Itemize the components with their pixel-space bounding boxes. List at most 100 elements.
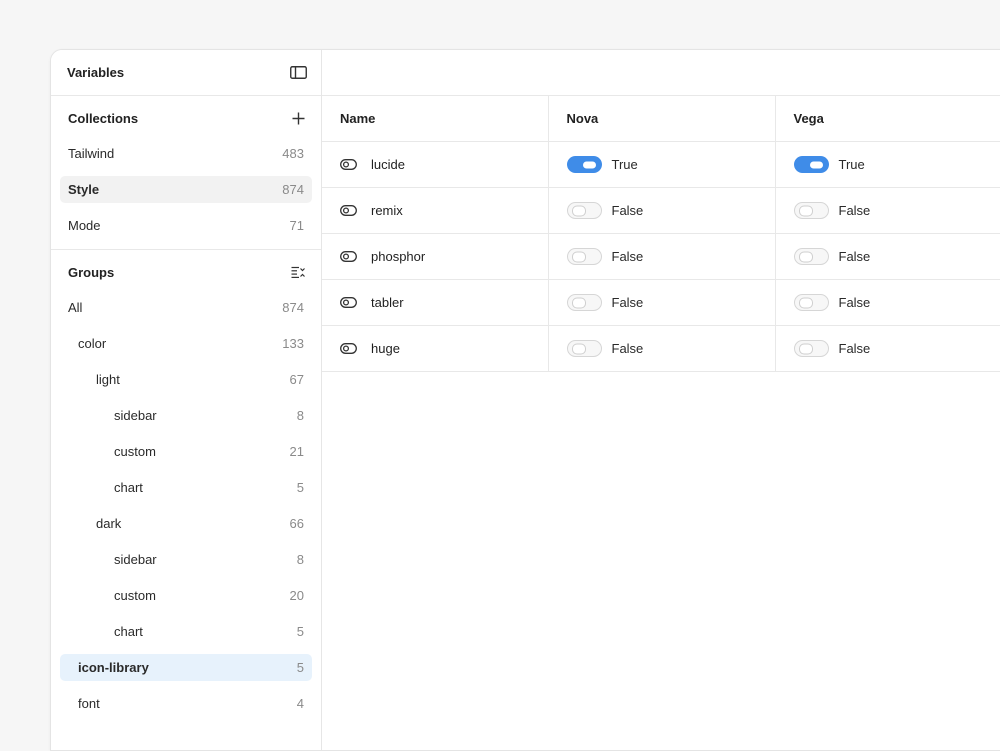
groups-header: Groups [51,250,321,294]
variable-name: huge [371,341,400,356]
groups-section: Groups All 874 color 133 light 67 sideba… [51,250,321,717]
collection-item-tailwind[interactable]: Tailwind 483 [60,140,312,167]
table-row[interactable]: tabler False False [322,279,1000,326]
group-count: 8 [296,408,304,423]
boolean-value: True [611,157,638,172]
toggle-switch[interactable] [566,202,602,219]
cell-name[interactable]: lucide [322,141,549,188]
group-label: sidebar [114,408,157,423]
boolean-value: False [838,249,871,264]
group-label: chart [114,624,143,639]
cell-nova: False [548,325,776,372]
group-item-font[interactable]: font 4 [60,690,312,717]
cell-nova: True [548,141,776,188]
boolean-value: False [838,295,871,310]
list-sort-icon[interactable] [289,263,307,281]
sidebar: Variables Collections Tailwind 483 Style… [51,50,322,750]
boolean-toggle-icon [340,343,357,354]
toggle-knob [809,161,823,168]
boolean-value: False [611,295,644,310]
column-header-nova[interactable]: Nova [548,96,776,142]
cell-nova: False [548,187,776,234]
group-item-dark-chart[interactable]: chart 5 [60,618,312,645]
cell-name[interactable]: huge [322,325,549,372]
group-label: dark [96,516,122,531]
toggle-switch[interactable] [566,248,602,265]
group-item-icon-library[interactable]: icon-library 5 [60,654,312,681]
group-label: sidebar [114,552,157,567]
collection-item-mode[interactable]: Mode 71 [60,212,312,239]
boolean-value: False [838,341,871,356]
group-count: 21 [289,444,304,459]
group-item-color[interactable]: color 133 [60,330,312,357]
toggle-knob [798,205,813,216]
table-row[interactable]: huge False False [322,325,1000,372]
group-label: light [96,372,120,387]
boolean-toggle-icon [340,205,357,216]
group-count: 67 [289,372,304,387]
group-count: 5 [296,480,304,495]
collection-count: 483 [282,146,304,161]
group-item-light-custom[interactable]: custom 21 [60,438,312,465]
main-toolbar [322,50,1000,96]
collections-section: Collections Tailwind 483 Style 874 Mode … [51,96,321,250]
sidebar-panel-icon[interactable] [289,64,307,82]
toggle-knob [571,251,586,262]
toggle-knob [571,343,586,354]
group-label: custom [114,588,156,603]
cell-name[interactable]: phosphor [322,233,549,280]
plus-icon[interactable] [289,109,307,127]
toggle-knob [571,205,586,216]
toggle-switch[interactable] [793,248,829,265]
variable-name: phosphor [371,249,426,264]
group-item-dark-custom[interactable]: custom 20 [60,582,312,609]
toggle-switch[interactable] [793,340,829,357]
collection-label: Tailwind [68,146,115,161]
boolean-value: False [611,249,644,264]
cell-vega: False [775,233,1000,280]
table-row[interactable]: phosphor False False [322,233,1000,280]
group-count: 20 [289,588,304,603]
toggle-switch[interactable] [793,156,829,173]
table-header-row: Name Nova Vega [322,96,1000,142]
collections-header: Collections [51,96,321,140]
boolean-toggle-icon [340,159,357,170]
cell-vega: False [775,325,1000,372]
column-header-name[interactable]: Name [322,96,549,142]
cell-name[interactable]: remix [322,187,549,234]
group-item-dark[interactable]: dark 66 [60,510,312,537]
toggle-switch[interactable] [793,202,829,219]
group-item-light[interactable]: light 67 [60,366,312,393]
toggle-switch[interactable] [566,294,602,311]
collection-count: 71 [289,218,304,233]
table-row[interactable]: lucide True True [322,141,1000,188]
group-count: 8 [296,552,304,567]
toggle-switch[interactable] [566,340,602,357]
group-count: 66 [289,516,304,531]
group-count: 5 [296,660,304,675]
group-count: 4 [296,696,304,711]
toggle-switch[interactable] [793,294,829,311]
table-row[interactable]: remix False False [322,187,1000,234]
group-item-all[interactable]: All 874 [60,294,312,321]
cell-name[interactable]: tabler [322,279,549,326]
boolean-toggle-icon [340,297,357,308]
group-label: color [78,336,107,351]
group-item-light-sidebar[interactable]: sidebar 8 [60,402,312,429]
cell-vega: False [775,279,1000,326]
variable-name: lucide [371,157,405,172]
group-item-dark-sidebar[interactable]: sidebar 8 [60,546,312,573]
group-label: custom [114,444,156,459]
collection-label: Style [68,182,100,197]
group-count: 874 [282,300,304,315]
toggle-knob [582,161,596,168]
toggle-switch[interactable] [566,156,602,173]
group-label: chart [114,480,143,495]
boolean-value: False [838,203,871,218]
sidebar-header: Variables [51,50,321,96]
cell-nova: False [548,233,776,280]
toggle-knob [571,297,586,308]
collection-item-style[interactable]: Style 874 [60,176,312,203]
column-header-vega[interactable]: Vega [775,96,1000,142]
group-item-light-chart[interactable]: chart 5 [60,474,312,501]
